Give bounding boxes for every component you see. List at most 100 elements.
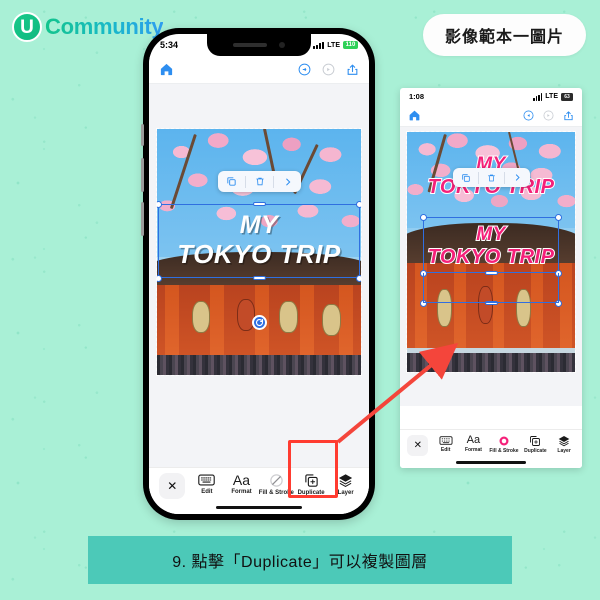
volume-up-button (141, 158, 144, 192)
selection-handle-br[interactable] (356, 275, 361, 282)
home-indicator (456, 461, 526, 464)
tool-label: Edit (440, 447, 451, 453)
rotate-handle-left[interactable] (420, 300, 427, 307)
layer-context-menu-left (218, 171, 301, 192)
canvas-text-line2[interactable]: TOKYO TRIP (157, 239, 361, 270)
silent-switch (141, 124, 144, 146)
u-logo-icon: U (12, 12, 42, 42)
temple-lantern (477, 285, 493, 325)
undo-icon[interactable] (298, 63, 311, 76)
phone-mockup-after: 1:08 LTE 63 MY TOKYO TRIP MY TOKYO TRIP … (400, 88, 582, 468)
tool-fill-stroke[interactable]: Fill & Stroke (487, 435, 520, 454)
layer-context-menu-right (453, 168, 530, 187)
tool-label: Fill & Stroke (489, 448, 519, 454)
close-icon[interactable]: ✕ (159, 472, 186, 499)
earpiece-speaker (233, 43, 267, 47)
context-duplicate-button[interactable] (218, 171, 245, 192)
context-delete-button[interactable] (479, 168, 504, 187)
temple-layer (157, 252, 361, 375)
status-bar-right: 1:08 LTE 63 (400, 88, 582, 105)
canvas-duplicated-text-line2[interactable]: TOKYO TRIP (407, 245, 575, 269)
crowd-silhouette (157, 355, 361, 375)
context-delete-button[interactable] (246, 171, 273, 192)
status-time: 5:34 (160, 40, 179, 50)
selection-handle-br[interactable] (555, 270, 562, 277)
keyboard-icon (439, 436, 453, 445)
selection-handle-tl[interactable] (420, 214, 427, 221)
tool-label: Edit (201, 488, 213, 495)
rotate-handle-right[interactable] (555, 300, 562, 307)
keyboard-icon (198, 474, 216, 485)
signal-bars-icon (532, 93, 543, 101)
tool-format[interactable]: Aa Format (460, 435, 488, 453)
context-duplicate-button[interactable] (453, 168, 478, 187)
selection-handle-bottom[interactable] (253, 276, 266, 280)
context-more-button[interactable] (274, 171, 301, 192)
design-canvas-right[interactable]: MY TOKYO TRIP MY TOKYO TRIP (406, 131, 576, 373)
pink-circle-icon (499, 436, 509, 446)
temple-pillar (531, 263, 544, 349)
tool-label: Layer (337, 489, 354, 496)
temple-pillar (299, 285, 315, 356)
redo-icon (322, 63, 335, 76)
status-time: 1:08 (409, 92, 425, 101)
layers-icon (339, 473, 353, 487)
canvas-duplicated-text-line1[interactable]: MY (407, 223, 575, 246)
brand-logo: U Community (12, 12, 164, 42)
tool-label: Format (464, 447, 482, 453)
context-more-button[interactable] (505, 168, 530, 187)
phone-mockup-before: 5:34 LTE 110 MY TOKYO TRIP ✕ Edit Aa For… (141, 28, 375, 520)
temple-pillar (165, 285, 180, 356)
app-toolbar-left (149, 56, 369, 84)
canvas-text-line1[interactable]: MY (157, 211, 361, 240)
selection-handle-tr[interactable] (356, 201, 361, 208)
phone-notch (207, 34, 311, 56)
duplicate-icon (530, 436, 541, 446)
signal-bars-icon (313, 41, 325, 49)
temple-lantern (322, 303, 341, 336)
caption-text: 9. 點擊「Duplicate」可以複製圖層 (172, 554, 428, 571)
brand-name: Community (45, 14, 164, 39)
layers-icon (558, 436, 570, 447)
circle-slash-icon (270, 473, 283, 487)
aa-icon: Aa (232, 471, 251, 488)
design-canvas-left[interactable]: MY TOKYO TRIP (156, 128, 362, 376)
app-toolbar-right (400, 105, 582, 127)
tool-duplicate[interactable]: Duplicate (521, 435, 551, 454)
temple-lantern (279, 301, 298, 334)
tool-label: Format (231, 488, 252, 495)
share-icon[interactable] (563, 110, 574, 122)
template-category-badge: 影像範本一圖片 (422, 14, 586, 56)
close-editor-button[interactable]: ✕ (404, 435, 432, 456)
tool-edit[interactable]: Edit (190, 473, 225, 495)
tool-edit[interactable]: Edit (432, 435, 460, 453)
temple-pillar (492, 263, 505, 349)
tool-layer[interactable]: Layer (550, 435, 578, 454)
temple-lantern (191, 301, 211, 334)
selection-handle-tr[interactable] (555, 214, 562, 221)
close-editor-button[interactable]: ✕ (155, 472, 190, 499)
rotate-handle[interactable] (252, 315, 267, 330)
home-icon[interactable] (408, 109, 421, 122)
caption-bar: 9. 點擊「Duplicate」可以複製圖層 (88, 536, 512, 584)
network-label: LTE (327, 41, 340, 49)
undo-icon[interactable] (523, 110, 534, 121)
tool-label: Layer (557, 448, 571, 454)
close-icon[interactable]: ✕ (407, 435, 429, 456)
battery-indicator: 63 (561, 92, 573, 101)
selection-handle-top[interactable] (253, 202, 266, 206)
tool-format[interactable]: Aa Format (224, 473, 259, 495)
temple-pillar (559, 263, 572, 349)
share-icon[interactable] (346, 63, 359, 77)
temple-pillar (210, 285, 225, 356)
editor-canvas-area-right: MY TOKYO TRIP MY TOKYO TRIP (400, 127, 582, 406)
rotate-handle-bar[interactable] (485, 301, 498, 305)
selection-handle-bottom[interactable] (485, 271, 498, 275)
network-label: LTE (545, 93, 558, 100)
temple-lantern (437, 288, 453, 328)
tool-label: Duplicate (524, 448, 547, 454)
crowd-silhouette (407, 352, 575, 372)
home-icon[interactable] (159, 62, 174, 77)
selection-handle-bl[interactable] (420, 270, 427, 277)
temple-pillar (454, 263, 466, 349)
